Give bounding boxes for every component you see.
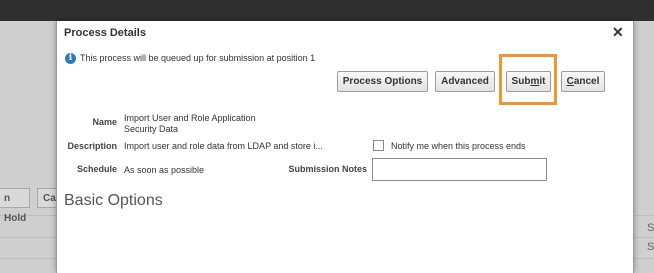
info-icon: i	[65, 53, 76, 64]
top-bar	[0, 0, 654, 21]
name-value-line2: Security Data	[124, 124, 179, 134]
background-column-text: S	[647, 222, 654, 234]
schedule-value: As soon as possible	[124, 165, 205, 175]
submission-notes-input[interactable]	[372, 158, 547, 181]
process-details-dialog: Process Details ✕ i This process will be…	[56, 21, 634, 273]
process-options-button[interactable]: Process Options	[337, 71, 428, 92]
description-value: Import user and role data from LDAP and …	[124, 141, 323, 151]
close-icon[interactable]: ✕	[612, 24, 624, 41]
background-column-text: S	[647, 241, 654, 253]
name-value-line1: Import User and Role Application	[124, 113, 256, 123]
section-title-basic-options: Basic Options	[64, 192, 163, 209]
advanced-button[interactable]: Advanced	[435, 71, 495, 92]
name-label: Name	[92, 117, 117, 127]
cancel-button[interactable]: Cancel	[561, 71, 605, 92]
submit-highlight-box	[499, 54, 557, 105]
schedule-label: Schedule	[76, 164, 117, 174]
background-hold-button: n Hold	[0, 188, 30, 224]
submission-notes-label: Submission Notes	[288, 164, 367, 174]
dialog-title: Process Details	[64, 27, 146, 39]
notify-label: Notify me when this process ends	[391, 141, 526, 151]
info-message: This process will be queued up for submi…	[80, 53, 316, 63]
notify-checkbox[interactable]	[373, 140, 384, 151]
description-label: Description	[67, 141, 117, 151]
